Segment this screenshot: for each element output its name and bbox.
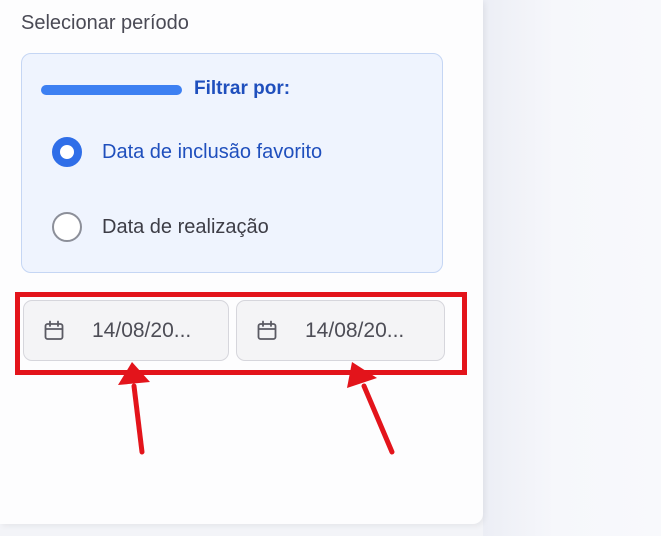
background-area xyxy=(483,0,661,536)
filter-bar xyxy=(41,85,182,95)
radio-unchecked-icon[interactable] xyxy=(52,212,82,242)
radio-option-realization-date[interactable]: Data de realização xyxy=(52,211,269,243)
filter-card: Filtrar por: Data de inclusão favorito D… xyxy=(21,53,443,273)
annotation-highlight-box xyxy=(15,292,467,375)
radio-label: Data de inclusão favorito xyxy=(102,140,323,163)
section-title: Selecionar período xyxy=(21,12,189,34)
radio-label: Data de realização xyxy=(102,215,269,238)
radio-checked-icon[interactable] xyxy=(52,137,82,167)
filter-label: Filtrar por: xyxy=(194,78,291,99)
period-panel: Selecionar período Filtrar por: Data de … xyxy=(0,0,483,524)
radio-option-inclusion-date[interactable]: Data de inclusão favorito xyxy=(52,136,322,168)
